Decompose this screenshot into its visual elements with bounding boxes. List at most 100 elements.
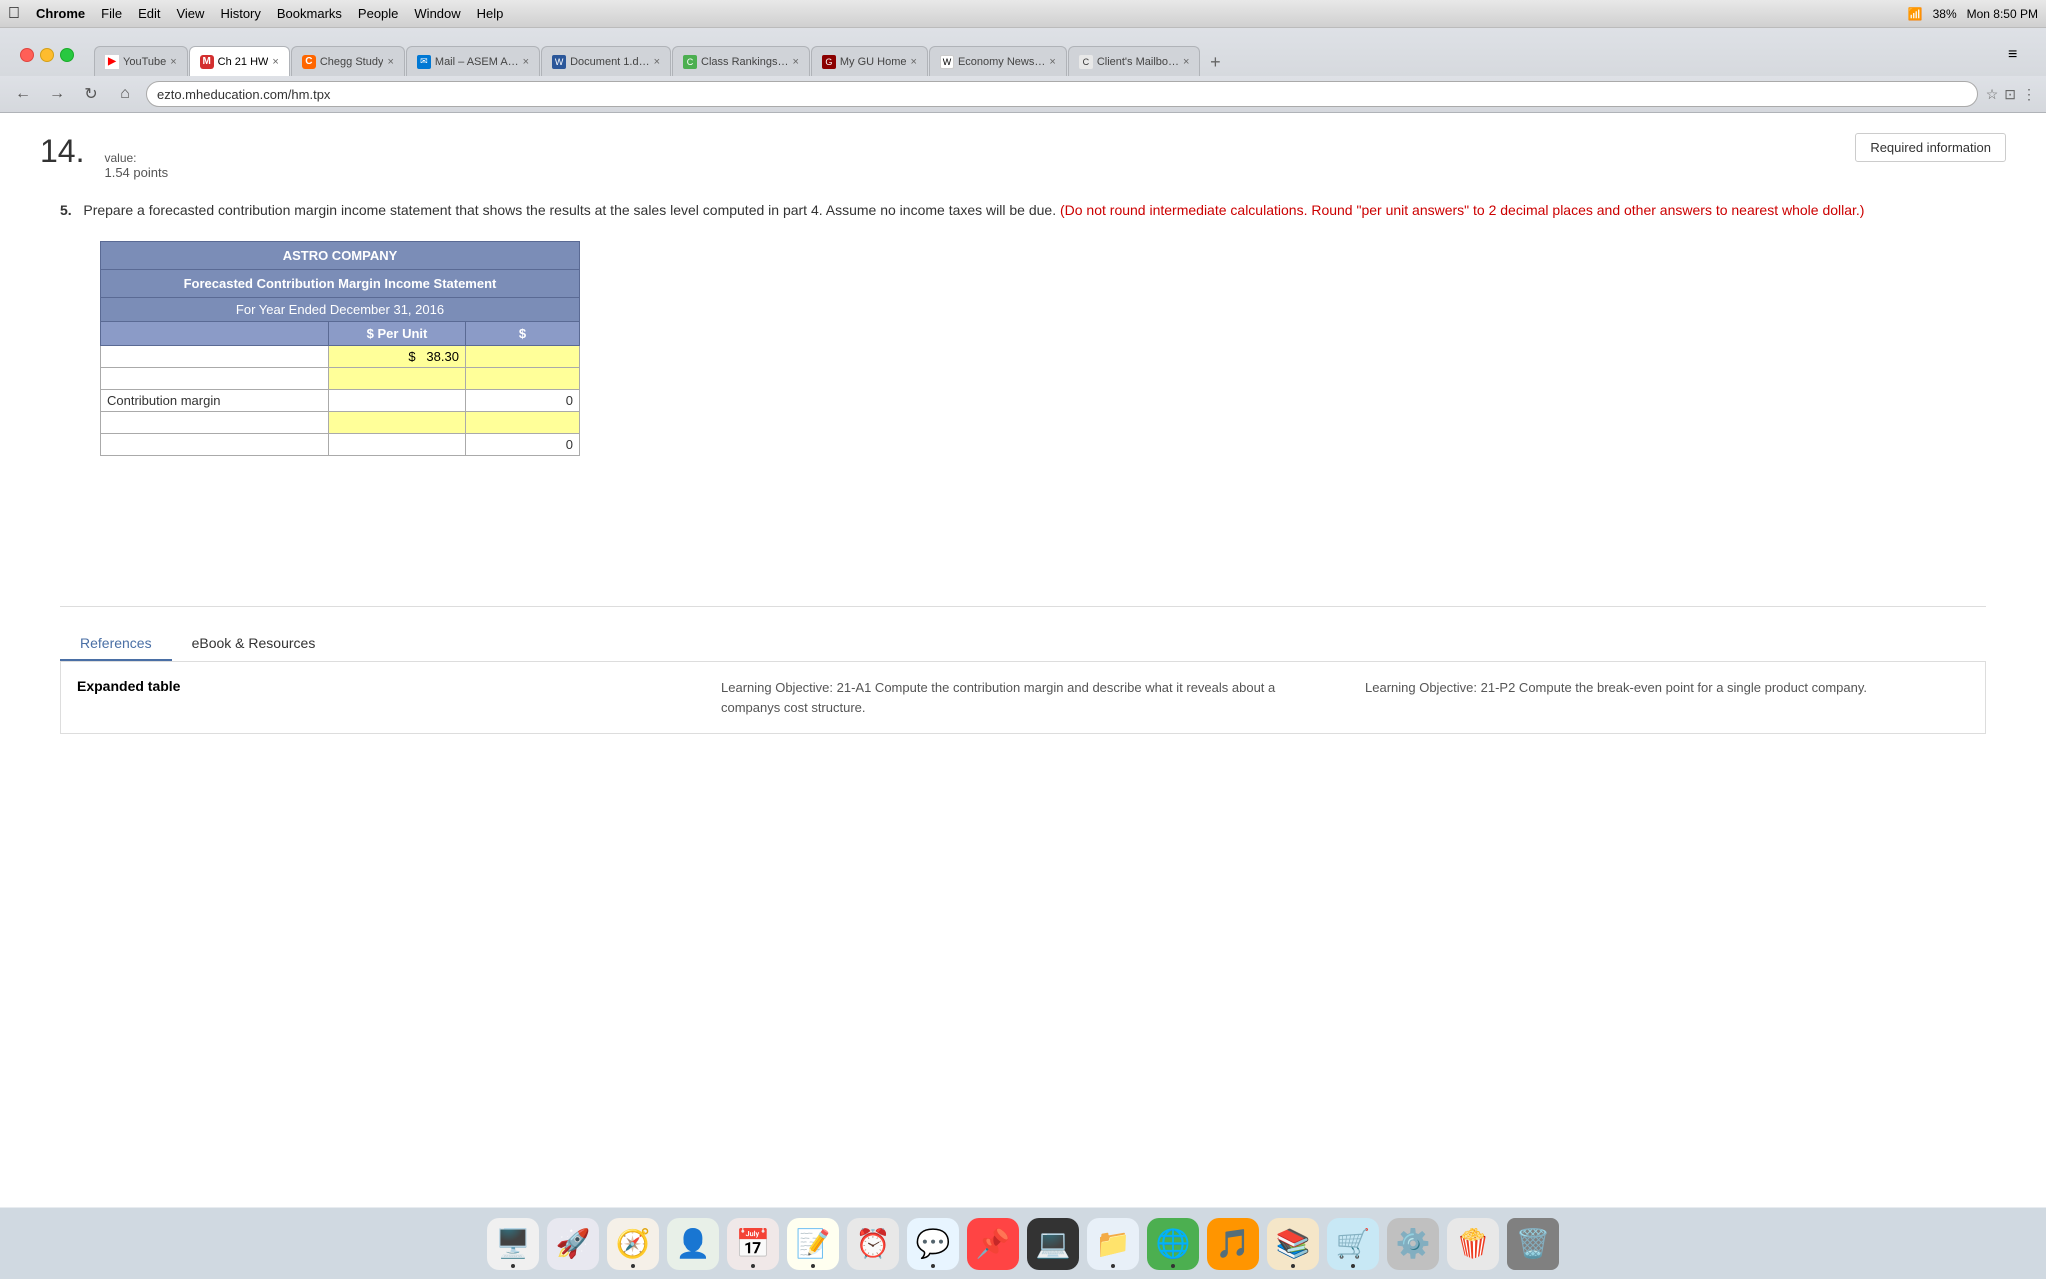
- tab-mail-close[interactable]: ×: [523, 56, 529, 68]
- tab-chegg[interactable]: C Chegg Study ×: [291, 46, 405, 76]
- dock-books[interactable]: 📚: [1267, 1218, 1319, 1270]
- tab-ebook[interactable]: eBook & Resources: [172, 627, 336, 661]
- sales-dollar-cell[interactable]: [465, 346, 579, 368]
- question-number: 14.: [40, 133, 84, 170]
- dock-finder[interactable]: 🖥️: [487, 1218, 539, 1270]
- menu-help[interactable]: Help: [477, 6, 504, 21]
- tab-references[interactable]: References: [60, 627, 172, 661]
- calendar-icon: 📅: [736, 1227, 771, 1260]
- variable-label[interactable]: [101, 368, 329, 390]
- variable-dollar-cell[interactable]: [465, 368, 579, 390]
- tab-economy-close[interactable]: ×: [1049, 56, 1055, 68]
- fixed-per-unit-cell[interactable]: [329, 412, 466, 434]
- maximize-button[interactable]: [60, 48, 74, 62]
- clock: Mon 8:50 PM: [1967, 7, 2038, 21]
- fixed-dollar-cell[interactable]: [465, 412, 579, 434]
- fixed-dollar-input[interactable]: [472, 415, 573, 430]
- forward-button[interactable]: →: [44, 81, 70, 107]
- dock-notes[interactable]: 📝: [787, 1218, 839, 1270]
- menu-people[interactable]: People: [358, 6, 398, 21]
- tab-mygu[interactable]: G My GU Home ×: [811, 46, 928, 76]
- menu-view[interactable]: View: [176, 6, 204, 21]
- dock-chrome[interactable]: 🌐: [1147, 1218, 1199, 1270]
- dock-syspreferences[interactable]: ⚙️: [1387, 1218, 1439, 1270]
- dock-red-app[interactable]: 📌: [967, 1218, 1019, 1270]
- fixed-per-unit-input[interactable]: [335, 415, 459, 430]
- launchpad-icon: 🚀: [556, 1227, 591, 1260]
- minimize-button[interactable]: [40, 48, 54, 62]
- popcorn-icon: 🍿: [1456, 1227, 1491, 1260]
- dock-appstore[interactable]: 🛒: [1327, 1218, 1379, 1270]
- refresh-button[interactable]: ↻: [78, 81, 104, 107]
- dock-calendar[interactable]: 📅: [727, 1218, 779, 1270]
- tab-client-close[interactable]: ×: [1183, 56, 1189, 68]
- address-icons: ☆ ⊡ ⋮: [1986, 86, 2036, 103]
- dock-downloads[interactable]: 📁: [1087, 1218, 1139, 1270]
- tab-youtube-close[interactable]: ×: [170, 56, 176, 68]
- variable-per-unit-input[interactable]: [335, 371, 459, 386]
- variable-dollar-input[interactable]: [472, 371, 573, 386]
- tab-youtube[interactable]: ▶ YouTube ×: [94, 46, 188, 76]
- address-bar-row: ← → ↻ ⌂ ☆ ⊡ ⋮: [0, 76, 2046, 112]
- col-dollar-header: $: [465, 322, 579, 346]
- bookmark-star-icon[interactable]: ☆: [1986, 86, 1999, 103]
- address-input[interactable]: [146, 81, 1978, 107]
- sales-label-input[interactable]: [107, 349, 322, 364]
- client-favicon: C: [1079, 55, 1093, 69]
- dock-trash[interactable]: 🗑️: [1507, 1218, 1559, 1270]
- tab-class[interactable]: C Class Rankings… ×: [672, 46, 810, 76]
- tab-mail[interactable]: ✉ Mail – ASEM A… ×: [406, 46, 540, 76]
- dock-launchpad[interactable]: 🚀: [547, 1218, 599, 1270]
- fixed-label[interactable]: [101, 412, 329, 434]
- chrome-menu-icon[interactable]: ≡: [2008, 46, 2038, 64]
- tab-ch21hw[interactable]: M Ch 21 HW ×: [189, 46, 290, 76]
- messages-icon: 💬: [916, 1227, 951, 1260]
- tab-chegg-close[interactable]: ×: [387, 56, 393, 68]
- ref-row: Expanded table Learning Objective: 21-A1…: [77, 678, 1969, 717]
- required-info-button[interactable]: Required information: [1855, 133, 2006, 162]
- tab-client[interactable]: C Client's Mailbo… ×: [1068, 46, 1201, 76]
- tab-doc[interactable]: W Document 1.d… ×: [541, 46, 671, 76]
- menu-window[interactable]: Window: [414, 6, 460, 21]
- chrome-menu-button[interactable]: ⋮: [2022, 86, 2036, 103]
- variable-label-input[interactable]: [107, 371, 322, 386]
- netincome-label[interactable]: [101, 434, 329, 456]
- dock-popcorn[interactable]: 🍿: [1447, 1218, 1499, 1270]
- tab-youtube-label: YouTube: [123, 56, 166, 68]
- tab-mail-label: Mail – ASEM A…: [435, 56, 519, 68]
- tab-doc-close[interactable]: ×: [654, 56, 660, 68]
- dock-music[interactable]: 🎵: [1207, 1218, 1259, 1270]
- cast-icon[interactable]: ⊡: [2004, 86, 2016, 103]
- sales-label[interactable]: [101, 346, 329, 368]
- dock-terminal[interactable]: 💻: [1027, 1218, 1079, 1270]
- sales-dollar-input[interactable]: [472, 349, 573, 364]
- dock-reminders[interactable]: ⏰: [847, 1218, 899, 1270]
- ref-tab-bar: References eBook & Resources: [60, 627, 1986, 661]
- tab-ch21hw-close[interactable]: ×: [272, 56, 278, 68]
- tab-mygu-close[interactable]: ×: [911, 56, 917, 68]
- question-value-block: value: 1.54 points: [104, 151, 168, 180]
- dock-messages[interactable]: 💬: [907, 1218, 959, 1270]
- home-button[interactable]: ⌂: [112, 81, 138, 107]
- fixed-label-input[interactable]: [107, 415, 322, 430]
- tab-class-close[interactable]: ×: [792, 56, 798, 68]
- dock-safari[interactable]: 🧭: [607, 1218, 659, 1270]
- close-button[interactable]: [20, 48, 34, 62]
- sales-per-unit-cell[interactable]: $ 38.30: [329, 346, 466, 368]
- back-button[interactable]: ←: [10, 81, 36, 107]
- menu-bookmarks[interactable]: Bookmarks: [277, 6, 342, 21]
- expanded-table-col: Expanded table: [77, 678, 681, 717]
- menu-chrome[interactable]: Chrome: [36, 6, 85, 21]
- books-icon: 📚: [1276, 1227, 1311, 1260]
- netincome-dollar: 0: [465, 434, 579, 456]
- lo2-text: Learning Objective: 21-P2 Compute the br…: [1365, 678, 1969, 698]
- variable-per-unit-cell[interactable]: [329, 368, 466, 390]
- menu-edit[interactable]: Edit: [138, 6, 160, 21]
- new-tab-button[interactable]: +: [1201, 48, 1229, 76]
- tab-economy[interactable]: W Economy News… ×: [929, 46, 1067, 76]
- menu-history[interactable]: History: [220, 6, 260, 21]
- dock-contacts[interactable]: 👤: [667, 1218, 719, 1270]
- dock: 🖥️ 🚀 🧭 👤 📅 📝 ⏰ 💬 📌 💻 📁 🌐 🎵: [0, 1207, 2046, 1279]
- netincome-label-input[interactable]: [107, 437, 322, 452]
- menu-file[interactable]: File: [101, 6, 122, 21]
